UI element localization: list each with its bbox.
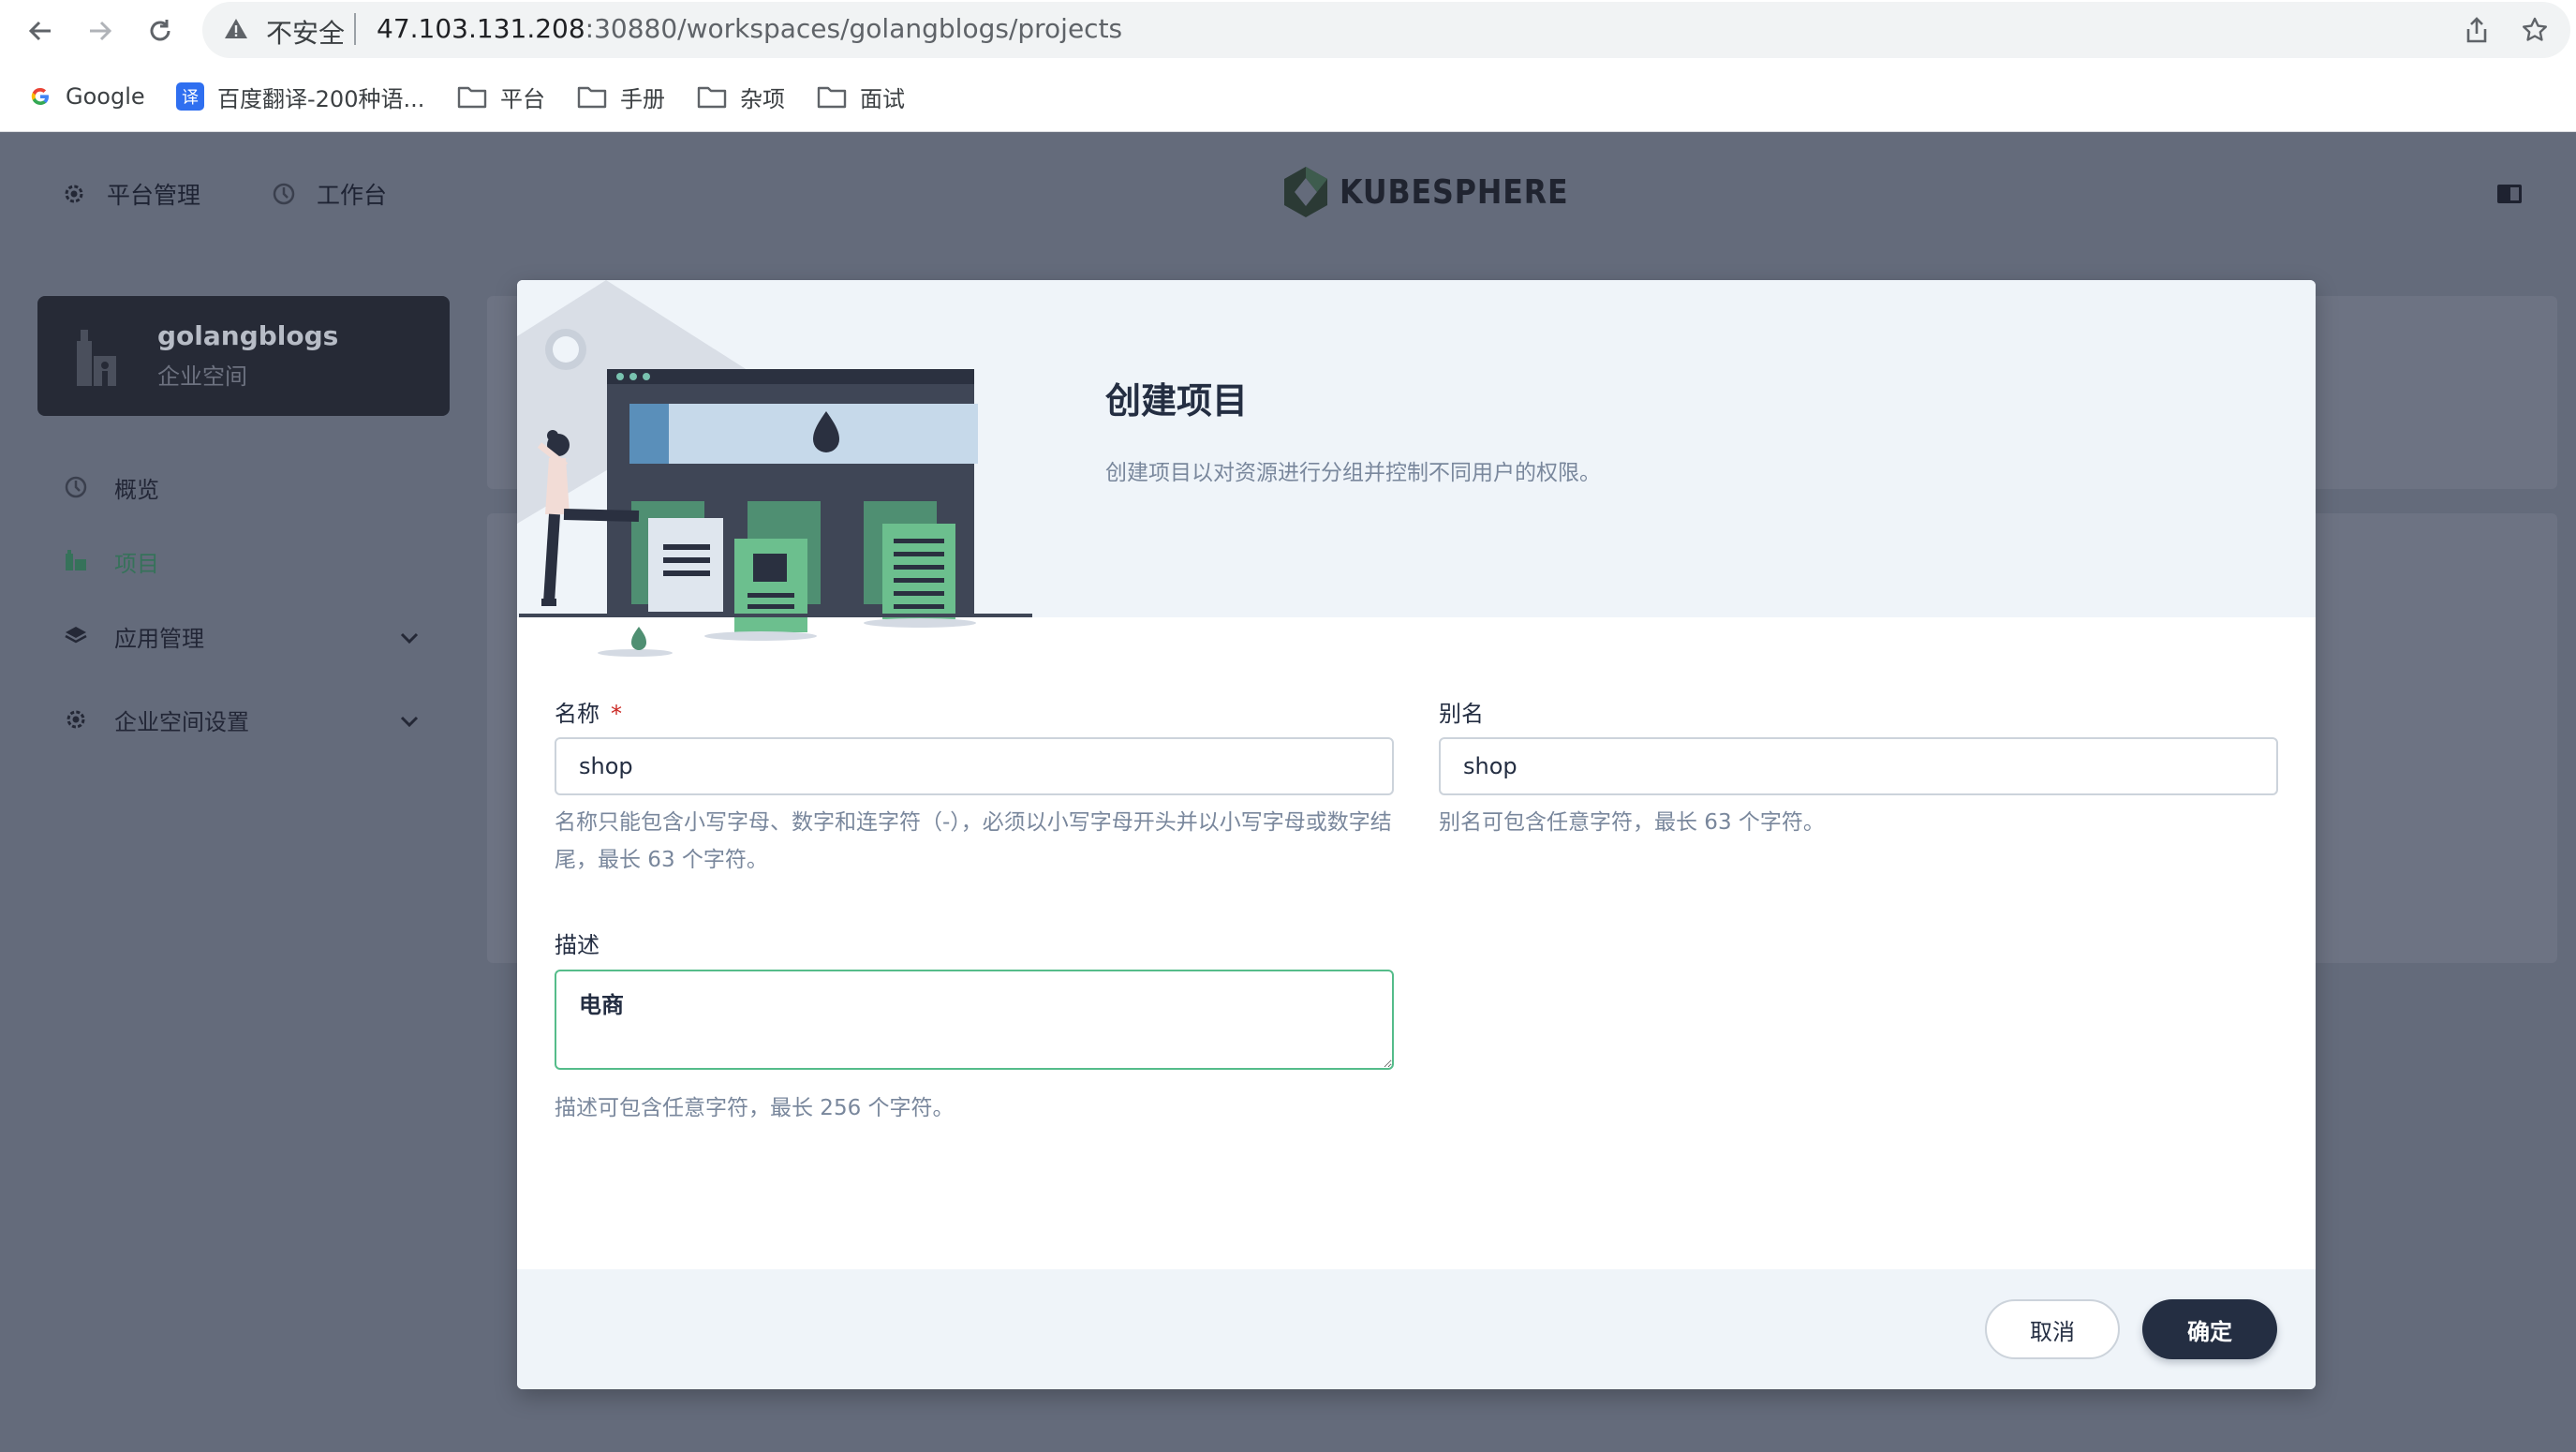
bookmark-label: Google	[66, 83, 145, 110]
name-help-text: 名称只能包含小写字母、数字和连字符（-），必须以小写字母开头并以小写字母或数字结…	[555, 810, 1392, 872]
confirm-button[interactable]: 确定	[2142, 1299, 2277, 1359]
reload-button[interactable]	[139, 9, 182, 52]
app-management-icon	[62, 624, 90, 648]
url-path: :30880/workspaces/golangblogs/projects	[585, 13, 1123, 44]
create-project-modal: 创建项目 创建项目以对资源进行分组并控制不同用户的权限。 名称 * 名称只能包含小…	[517, 280, 2316, 1389]
logo-text: KUBESPHERE	[1340, 172, 1569, 212]
settings-icon	[62, 707, 90, 732]
workspace-card[interactable]: golangblogs 企业空间	[37, 296, 450, 416]
translate-icon: 译	[176, 82, 204, 111]
folder-icon	[457, 84, 487, 109]
url-host: 47.103.131.208	[377, 13, 585, 44]
sidebar-item-label: 企业空间设置	[114, 708, 249, 735]
back-button[interactable]	[19, 9, 62, 52]
description-help-text: 描述可包含任意字符，最长 256 个字符。	[555, 1096, 955, 1120]
browser-toolbar: 不安全 47.103.131.208:30880/workspaces/gola…	[0, 0, 2576, 61]
sidebar-item-label: 项目	[114, 550, 159, 577]
workspace-name: golangblogs	[157, 320, 339, 351]
dashboard-icon	[272, 182, 296, 206]
cancel-button[interactable]: 取消	[1985, 1299, 2120, 1359]
modal-footer: 取消 确定	[517, 1269, 2316, 1389]
workbench-link[interactable]: 工作台	[272, 170, 387, 217]
project-icon	[62, 550, 90, 572]
alias-label: 别名	[1439, 701, 1484, 727]
workspace-building-icon	[71, 324, 127, 393]
name-label-text: 名称	[555, 701, 600, 727]
user-menu-icon[interactable]	[2497, 185, 2522, 203]
url-text[interactable]: 47.103.131.208:30880/workspaces/golangbl…	[377, 13, 1122, 44]
address-separator	[354, 13, 356, 45]
bookmark-label: 手册	[620, 85, 665, 112]
workspace-type: 企业空间	[157, 363, 247, 390]
bookmark-folder-manual[interactable]: 手册	[577, 78, 665, 115]
description-textarea[interactable]: 电商	[555, 970, 1394, 1070]
alias-help-text: 别名可包含任意字符，最长 63 个字符。	[1439, 810, 1825, 835]
bookmark-star-icon[interactable]	[2518, 13, 2552, 47]
forward-button[interactable]	[79, 9, 122, 52]
name-input[interactable]	[555, 737, 1394, 795]
modal-description: 创建项目以对资源进行分组并控制不同用户的权限。	[1105, 461, 1601, 485]
bookmarks-bar: Google 译 百度翻译-200种语... 平台 手册 杂项 面试	[0, 61, 2576, 132]
bookmark-folder-platform[interactable]: 平台	[457, 78, 545, 115]
kubesphere-logo[interactable]: KUBESPHERE	[1281, 165, 1600, 219]
modal-header: 创建项目 创建项目以对资源进行分组并控制不同用户的权限。	[517, 280, 2316, 657]
folder-icon	[817, 84, 847, 109]
folder-icon	[697, 84, 727, 109]
bookmark-label: 百度翻译-200种语...	[217, 85, 425, 112]
description-label: 描述	[555, 932, 600, 958]
workbench-label: 工作台	[317, 182, 388, 209]
modal-title: 创建项目	[1105, 380, 1249, 422]
svg-text:译: 译	[182, 88, 199, 108]
kubesphere-logo-icon	[1284, 167, 1327, 217]
bookmark-label: 平台	[500, 85, 545, 112]
sidebar-item-projects[interactable]: 项目	[62, 538, 159, 585]
google-icon	[28, 84, 52, 109]
platform-management-link[interactable]: 平台管理	[62, 170, 200, 217]
bookmark-baidu-translate[interactable]: 译 百度翻译-200种语...	[176, 78, 424, 115]
back-arrow-icon	[28, 21, 51, 41]
sidebar-item-app-management[interactable]: 应用管理	[62, 613, 204, 659]
address-bar[interactable]: 不安全 47.103.131.208:30880/workspaces/gola…	[202, 2, 2570, 58]
share-icon[interactable]	[2460, 13, 2494, 47]
chevron-down-icon[interactable]	[399, 709, 423, 733]
folder-icon	[577, 84, 607, 109]
gear-icon	[62, 182, 86, 206]
security-label[interactable]: 不安全	[266, 13, 345, 51]
sidebar-item-label: 应用管理	[114, 625, 204, 652]
bookmark-folder-misc[interactable]: 杂项	[697, 78, 785, 115]
app-header: 平台管理 工作台 KUBESPHERE	[0, 131, 2576, 258]
platform-management-label: 平台管理	[107, 182, 201, 209]
forward-arrow-icon	[90, 21, 112, 41]
chevron-down-icon[interactable]	[399, 626, 423, 650]
alias-input[interactable]	[1439, 737, 2278, 795]
overview-icon	[62, 475, 90, 499]
sidebar-item-overview[interactable]: 概览	[62, 464, 159, 511]
name-label: 名称 *	[555, 695, 622, 728]
sidebar-item-workspace-settings[interactable]: 企业空间设置	[62, 696, 249, 743]
sidebar-item-label: 概览	[114, 476, 159, 503]
bookmark-google[interactable]: Google	[28, 78, 145, 115]
required-asterisk: *	[611, 701, 622, 727]
project-illustration	[517, 280, 1032, 657]
reload-icon	[150, 20, 170, 41]
bookmark-label: 杂项	[740, 85, 785, 112]
bookmark-label: 面试	[860, 85, 905, 112]
warning-icon[interactable]	[223, 16, 249, 46]
bookmark-folder-interview[interactable]: 面试	[817, 78, 905, 115]
